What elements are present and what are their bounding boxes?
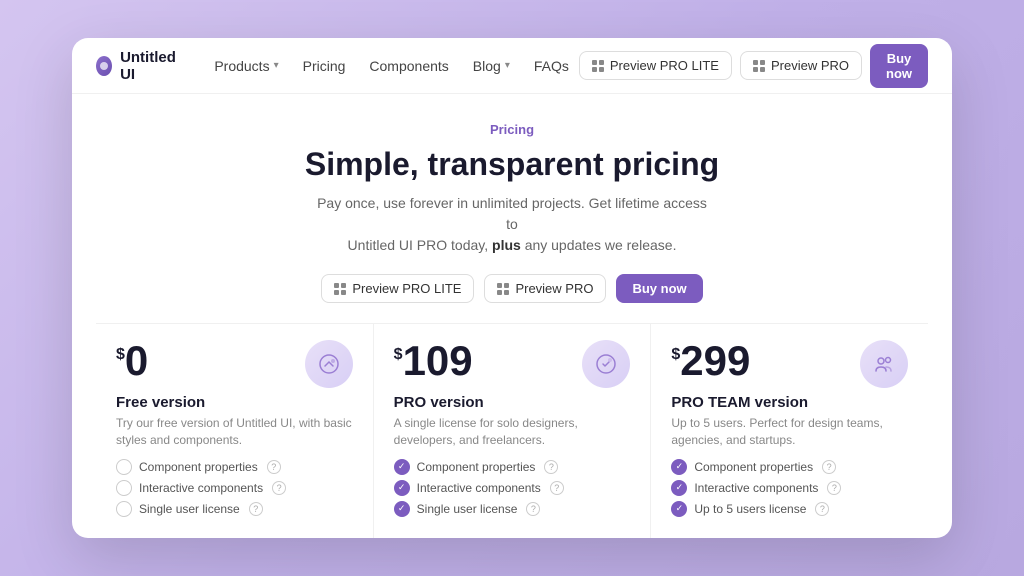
feature-item: ✓ Interactive components ? bbox=[394, 480, 631, 496]
plan-name-free: Free version bbox=[116, 394, 353, 411]
feature-item: ✓ Interactive components ? bbox=[671, 480, 908, 496]
info-icon[interactable]: ? bbox=[550, 481, 564, 495]
price-row-pro: $ 109 bbox=[394, 340, 631, 388]
check-icon: ✓ bbox=[671, 480, 687, 496]
pricing-label: Pricing bbox=[96, 122, 928, 137]
check-icon: ✓ bbox=[116, 501, 132, 517]
hero-preview-pro-button[interactable]: Preview PRO bbox=[484, 274, 606, 303]
price-amount-pro: $ 109 bbox=[394, 340, 473, 382]
info-icon[interactable]: ? bbox=[815, 502, 829, 516]
grid-icon bbox=[753, 60, 765, 72]
nav-actions: Preview PRO LITE Preview PRO Buy now bbox=[579, 44, 928, 88]
nav-products[interactable]: Products ▾ bbox=[204, 52, 288, 80]
main-content: Pricing Simple, transparent pricing Pay … bbox=[72, 94, 952, 538]
hero-buy-now-button[interactable]: Buy now bbox=[616, 274, 702, 303]
hero-actions: Preview PRO LITE Preview PRO Buy now bbox=[96, 274, 928, 303]
hero-title: Simple, transparent pricing bbox=[96, 145, 928, 183]
price-row-free: $ 0 bbox=[116, 340, 353, 388]
info-icon[interactable]: ? bbox=[526, 502, 540, 516]
check-icon: ✓ bbox=[116, 459, 132, 475]
plan-name-pro: PRO version bbox=[394, 394, 631, 411]
pricing-card-pro-team: $ 299 PRO TEAM version bbox=[650, 323, 928, 538]
grid-icon bbox=[592, 60, 604, 72]
feature-list-pro-team: ✓ Component properties ? ✓ Interactive c… bbox=[671, 459, 908, 517]
info-icon[interactable]: ? bbox=[249, 502, 263, 516]
info-icon[interactable]: ? bbox=[544, 460, 558, 474]
check-icon: ✓ bbox=[394, 480, 410, 496]
pricing-card-pro: $ 109 PRO version A single license bbox=[373, 323, 651, 538]
hero-subtitle: Pay once, use forever in unlimited proje… bbox=[312, 193, 712, 256]
check-icon: ✓ bbox=[671, 501, 687, 517]
feature-list-free: ✓ Component properties ? ✓ Interactive c… bbox=[116, 459, 353, 517]
nav-components[interactable]: Components bbox=[359, 52, 458, 80]
grid-icon bbox=[497, 283, 509, 295]
nav-links: Products ▾ Pricing Components Blog ▾ FAQ… bbox=[204, 52, 579, 80]
grid-icon bbox=[334, 283, 346, 295]
price-row-pro-team: $ 299 bbox=[671, 340, 908, 388]
pricing-section: $ 0 Free version Try our free versi bbox=[72, 323, 952, 538]
check-icon: ✓ bbox=[394, 459, 410, 475]
preview-pro-button[interactable]: Preview PRO bbox=[740, 51, 862, 80]
plan-name-pro-team: PRO TEAM version bbox=[671, 394, 908, 411]
main-card: Untitled UI Products ▾ Pricing Component… bbox=[72, 38, 952, 538]
plan-desc-pro-team: Up to 5 users. Perfect for design teams,… bbox=[671, 415, 908, 449]
feature-item: ✓ Component properties ? bbox=[116, 459, 353, 475]
brand[interactable]: Untitled UI bbox=[96, 49, 180, 83]
nav-faqs[interactable]: FAQs bbox=[524, 52, 579, 80]
feature-item: ✓ Single user license ? bbox=[116, 501, 353, 517]
pricing-icon-free bbox=[305, 340, 353, 388]
feature-item: ✓ Component properties ? bbox=[394, 459, 631, 475]
hero-preview-lite-button[interactable]: Preview PRO LITE bbox=[321, 274, 474, 303]
pricing-card-free: $ 0 Free version Try our free versi bbox=[96, 323, 373, 538]
feature-item: ✓ Single user license ? bbox=[394, 501, 631, 517]
check-icon: ✓ bbox=[671, 459, 687, 475]
check-icon: ✓ bbox=[394, 501, 410, 517]
pricing-icon-pro-team bbox=[860, 340, 908, 388]
preview-pro-lite-button[interactable]: Preview PRO LITE bbox=[579, 51, 732, 80]
brand-logo bbox=[96, 56, 112, 76]
nav-pricing[interactable]: Pricing bbox=[293, 52, 356, 80]
feature-list-pro: ✓ Component properties ? ✓ Interactive c… bbox=[394, 459, 631, 517]
price-amount-pro-team: $ 299 bbox=[671, 340, 750, 382]
info-icon[interactable]: ? bbox=[822, 460, 836, 474]
pricing-icon-pro bbox=[582, 340, 630, 388]
plan-desc-free: Try our free version of Untitled UI, wit… bbox=[116, 415, 353, 449]
navbar: Untitled UI Products ▾ Pricing Component… bbox=[72, 38, 952, 94]
info-icon[interactable]: ? bbox=[267, 460, 281, 474]
info-icon[interactable]: ? bbox=[272, 481, 286, 495]
feature-item: ✓ Interactive components ? bbox=[116, 480, 353, 496]
brand-name: Untitled UI bbox=[120, 49, 180, 83]
chevron-down-icon: ▾ bbox=[505, 60, 510, 71]
feature-item: ✓ Component properties ? bbox=[671, 459, 908, 475]
price-amount-free: $ 0 bbox=[116, 340, 148, 382]
chevron-down-icon: ▾ bbox=[274, 60, 279, 71]
plan-desc-pro: A single license for solo designers, dev… bbox=[394, 415, 631, 449]
feature-item: ✓ Up to 5 users license ? bbox=[671, 501, 908, 517]
check-icon: ✓ bbox=[116, 480, 132, 496]
hero-section: Pricing Simple, transparent pricing Pay … bbox=[72, 94, 952, 323]
nav-blog[interactable]: Blog ▾ bbox=[463, 52, 520, 80]
page-background: Untitled UI Products ▾ Pricing Component… bbox=[0, 0, 1024, 576]
buy-now-button[interactable]: Buy now bbox=[870, 44, 928, 88]
info-icon[interactable]: ? bbox=[827, 481, 841, 495]
